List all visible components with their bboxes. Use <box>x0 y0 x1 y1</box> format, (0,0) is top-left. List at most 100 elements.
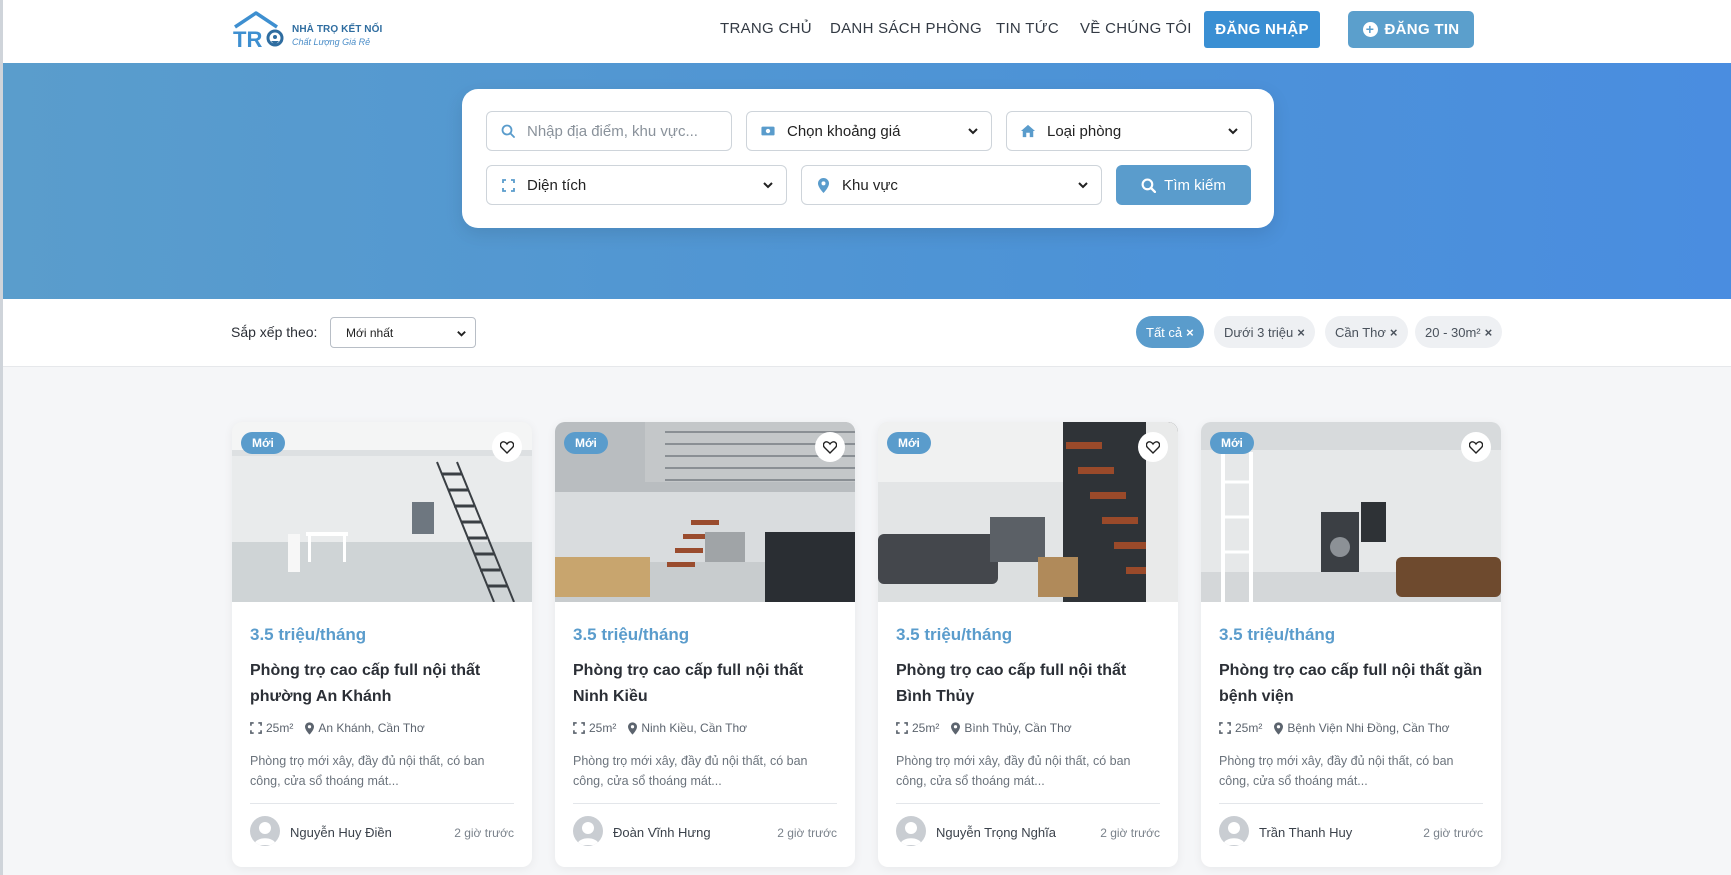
close-icon[interactable]: × <box>1186 325 1194 340</box>
filter-chip-label: Dưới 3 triệu <box>1224 324 1294 340</box>
room-description: Phòng trọ mới xây, đầy đủ nội thất, có b… <box>573 754 808 788</box>
room-price: 3.5 triệu/tháng <box>896 625 1013 644</box>
logo-letters: TR <box>233 27 262 51</box>
author-name[interactable]: Đoàn Vĩnh Hưng <box>613 825 711 840</box>
top-header: TR NHÀ TRỌ KẾT NỐI Chất Lượng Giá Rẻ TRA… <box>3 0 1731 63</box>
hero-banner: Nhập địa điểm, khu vực... Chọn khoảng gi… <box>3 63 1731 299</box>
filter-chip-price[interactable]: Dưới 3 triệu × <box>1214 316 1315 348</box>
favorite-button[interactable] <box>492 432 522 462</box>
room-meta: 25m² An Khánh, Cần Thơ <box>250 721 425 735</box>
filter-bar: Sắp xếp theo: Mới nhất Tất cả × Dưới 3 tr… <box>3 299 1731 367</box>
author-name[interactable]: Trần Thanh Huy <box>1259 825 1352 840</box>
avatar <box>896 816 926 846</box>
post-time: 2 giờ trước <box>454 826 514 840</box>
nav-link-about[interactable]: VỀ CHÚNG TÔI <box>1080 20 1192 42</box>
brand-tagline: Chất Lượng Giá Rẻ <box>292 37 371 47</box>
close-icon[interactable]: × <box>1390 325 1398 340</box>
area-select[interactable]: Diện tích <box>486 165 787 205</box>
post-time: 2 giờ trước <box>777 826 837 840</box>
expand-icon <box>501 178 515 192</box>
room-area: 25m² <box>1235 721 1263 735</box>
divider <box>896 803 1160 804</box>
location-search-placeholder: Nhập địa điểm, khu vực... <box>527 122 698 140</box>
plus-circle-icon: + <box>1362 22 1378 37</box>
post-time: 2 giờ trước <box>1423 826 1483 840</box>
room-card[interactable]: Mới 3.5 triệu/tháng Phòng trọ cao cấp fu… <box>1201 422 1501 867</box>
new-badge: Mới <box>564 432 608 454</box>
area-value: Diện tích <box>527 176 587 194</box>
chevron-down-icon <box>1078 182 1088 189</box>
room-title[interactable]: Phòng trọ cao cấp full nội thất Ninh Kiề… <box>573 658 841 710</box>
user-icon <box>900 822 922 845</box>
favorite-button[interactable] <box>1138 432 1168 462</box>
room-price: 3.5 triệu/tháng <box>573 625 690 644</box>
nav-link-news[interactable]: TIN TỨC <box>996 20 1059 42</box>
room-price: 3.5 triệu/tháng <box>250 625 367 644</box>
close-icon[interactable]: × <box>1485 325 1493 340</box>
nav-link-home[interactable]: TRANG CHỦ <box>720 20 812 42</box>
post-time: 2 giờ trước <box>1100 826 1160 840</box>
room-photo[interactable]: Mới <box>232 422 532 602</box>
room-card[interactable]: Mới 3.5 triệu/tháng Phòng trọ cao cấp fu… <box>232 422 532 867</box>
chevron-down-icon <box>968 128 978 135</box>
page: TR NHÀ TRỌ KẾT NỐI Chất Lượng Giá Rẻ TRA… <box>0 0 1731 875</box>
region-select[interactable]: Khu vực <box>801 165 1102 205</box>
filter-chip-label: Tất cả <box>1146 324 1183 340</box>
heart-icon <box>500 440 514 454</box>
heart-icon <box>823 440 837 454</box>
map-pin-icon <box>816 177 830 193</box>
avatar <box>250 816 280 846</box>
login-button[interactable]: ĐĂNG NHẬP <box>1204 11 1320 48</box>
search-icon <box>1141 178 1157 193</box>
room-title[interactable]: Phòng trọ cao cấp full nội thất Bình Thủ… <box>896 658 1164 710</box>
room-meta: 25m² Bệnh Viện Nhi Đồng, Cần Thơ <box>1219 721 1450 735</box>
room-photo[interactable]: Mới <box>878 422 1178 602</box>
room-area: 25m² <box>266 721 294 735</box>
expand-icon <box>573 722 585 734</box>
nav-link-room-list[interactable]: DANH SÁCH PHÒNG <box>830 20 982 42</box>
search-icon <box>501 124 515 138</box>
sort-value: Mới nhất <box>346 325 394 340</box>
filter-chip-city[interactable]: Cần Thơ × <box>1325 316 1408 348</box>
room-price: 3.5 triệu/tháng <box>1219 625 1336 644</box>
house-logo-icon: TR <box>233 11 284 51</box>
avatar <box>1219 816 1249 846</box>
new-badge: Mới <box>241 432 285 454</box>
room-area: 25m² <box>912 721 940 735</box>
room-type-value: Loại phòng <box>1047 122 1122 140</box>
filter-chip-all[interactable]: Tất cả × <box>1136 316 1204 348</box>
filter-chip-label: Cần Thơ <box>1335 324 1386 340</box>
room-location: Bình Thủy, Cần Thơ <box>964 721 1072 735</box>
favorite-button[interactable] <box>815 432 845 462</box>
room-location: An Khánh, Cần Thơ <box>318 721 425 735</box>
location-search-input[interactable]: Nhập địa điểm, khu vực... <box>486 111 732 151</box>
room-photo[interactable]: Mới <box>1201 422 1501 602</box>
brand-name: NHÀ TRỌ KẾT NỐI <box>292 24 383 35</box>
room-title[interactable]: Phòng trọ cao cấp full nội thất phường A… <box>250 658 518 710</box>
chevron-down-icon <box>763 182 773 189</box>
close-icon[interactable]: × <box>1297 325 1305 340</box>
room-title[interactable]: Phòng trọ cao cấp full nội thất gần bệnh… <box>1219 658 1487 710</box>
favorite-button[interactable] <box>1461 432 1491 462</box>
sort-select[interactable]: Mới nhất <box>330 317 476 348</box>
room-photo[interactable]: Mới <box>555 422 855 602</box>
search-button[interactable]: Tìm kiếm <box>1116 165 1251 205</box>
divider <box>250 803 514 804</box>
room-type-select[interactable]: Loại phòng <box>1006 111 1252 151</box>
author-name[interactable]: Nguyễn Trọng Nghĩa <box>936 825 1056 840</box>
site-logo[interactable]: TR NHÀ TRỌ KẾT NỐI Chất Lượng Giá Rẻ <box>231 11 391 51</box>
room-card[interactable]: Mới 3.5 triệu/tháng Phòng trọ cao cấp fu… <box>878 422 1178 867</box>
room-description: Phòng trọ mới xây, đầy đủ nội thất, có b… <box>896 754 1131 788</box>
room-card[interactable]: Mới 3.5 triệu/tháng Phòng trọ cao cấp fu… <box>555 422 855 867</box>
room-area: 25m² <box>589 721 617 735</box>
filter-chip-label: 20 - 30m² <box>1425 324 1481 340</box>
room-description: Phòng trọ mới xây, đầy đủ nội thất, có b… <box>1219 754 1454 788</box>
search-button-label: Tìm kiếm <box>1164 176 1226 194</box>
search-panel: Nhập địa điểm, khu vực... Chọn khoảng gi… <box>462 89 1274 228</box>
filter-chip-area[interactable]: 20 - 30m² × <box>1415 316 1503 348</box>
post-listing-button[interactable]: + ĐĂNG TIN <box>1348 11 1474 48</box>
price-range-select[interactable]: Chọn khoảng giá <box>746 111 992 151</box>
room-location: Ninh Kiều, Cần Thơ <box>641 721 748 735</box>
region-value: Khu vực <box>842 176 898 194</box>
author-name[interactable]: Nguyễn Huy Điền <box>290 825 392 840</box>
